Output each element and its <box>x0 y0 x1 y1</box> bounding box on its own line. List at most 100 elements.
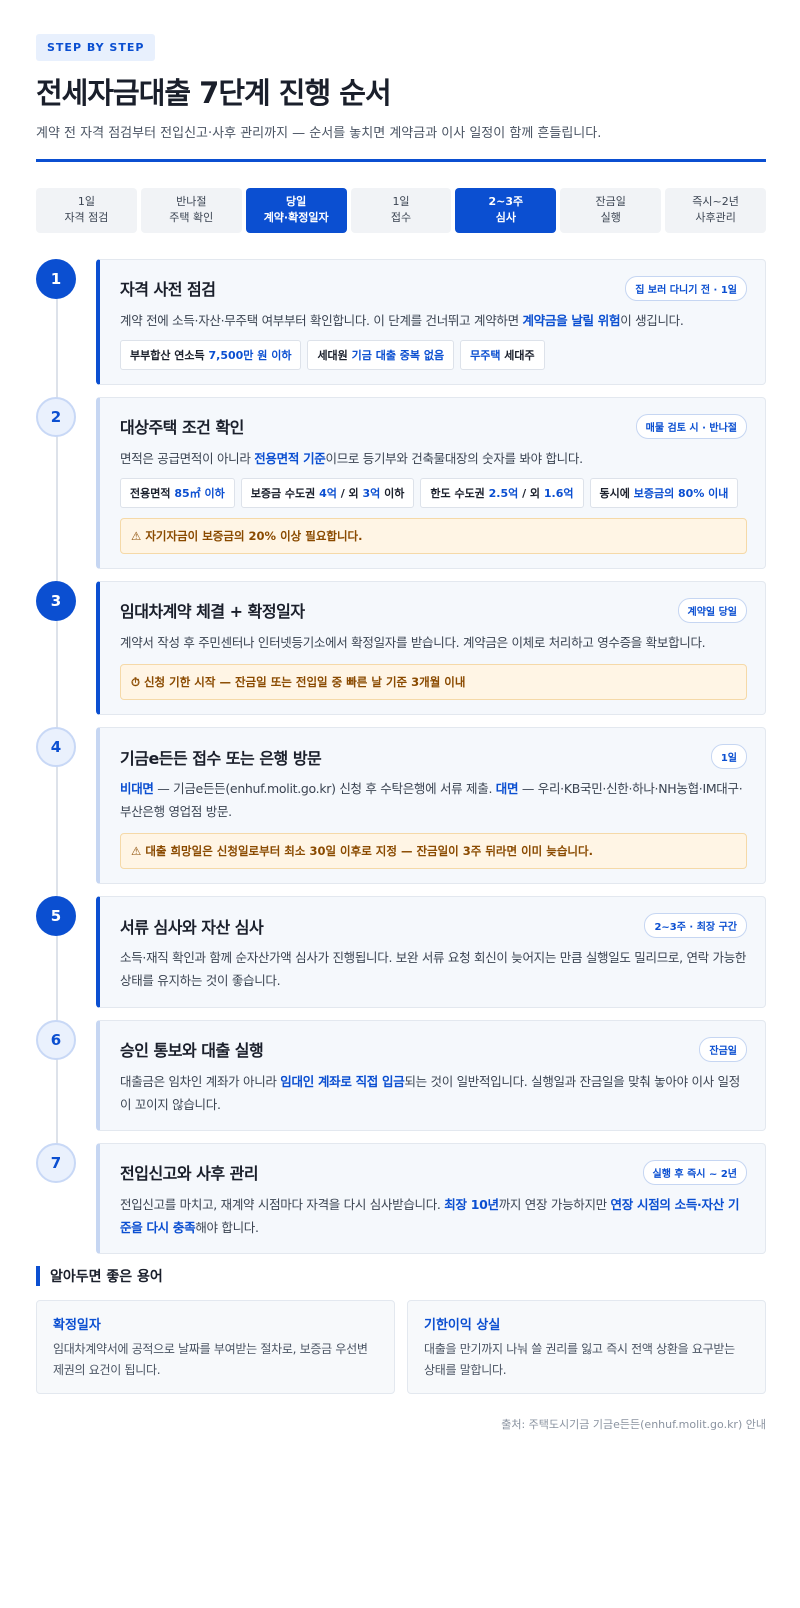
term-description: 대출을 만기까지 나눠 쓸 권리를 잃고 즉시 전액 상환을 요구받는 상태를 … <box>424 1342 735 1378</box>
page: STEP BY STEP 전세자금대출 7단계 진행 순서 계약 전 자격 점검… <box>36 34 767 1432</box>
step-title: 승인 통보와 대출 실행 <box>120 1041 264 1061</box>
step-card: 전입신고와 사후 관리 실행 후 즉시 ~ 2년 전입신고를 마치고, 재계약 … <box>96 1142 766 1255</box>
chip-label: 심사 <box>495 211 516 225</box>
chip-label: 실행 <box>600 211 621 225</box>
step-chip-6[interactable]: 잔금일실행 <box>560 187 662 233</box>
condition-tag: 한도 수도권 2.5억 / 외 1.6억 <box>420 477 584 508</box>
step-summary-bar: 1일자격 점검 반나절주택 확인 당일계약·확정일자 1일접수 2~3주심사 잔… <box>36 187 767 233</box>
highlight-text: 비대면 <box>120 781 154 797</box>
text-run: 면적은 공급면적이 아니라 <box>120 450 255 466</box>
condition-tag: 보증금 수도권 4억 / 외 3억 이하 <box>240 477 415 508</box>
step-title: 대상주택 조건 확인 <box>120 418 244 438</box>
text-run: 이 생깁니다. <box>620 312 684 328</box>
text-run: 까지 연장 가능하지만 <box>498 1196 611 1212</box>
text-run: 전입신고를 마치고, 재계약 시점마다 자격을 다시 심사받습니다. <box>120 1196 445 1212</box>
text-run: 이므로 등기부와 건축물대장의 숫자를 봐야 합니다. <box>325 450 584 466</box>
step-title: 자격 사전 점검 <box>120 280 216 300</box>
step-2: 2 대상주택 조건 확인 매물 검토 시 · 반나절 면적은 공급면적이 아니라… <box>36 396 766 569</box>
step-timing-badge: 1일 <box>710 744 747 770</box>
glossary-title: 알아두면 좋은 용어 <box>50 1269 163 1286</box>
step-timing-badge: 2~3주 · 최장 구간 <box>644 913 747 939</box>
step-3: 3 임대차계약 체결 + 확정일자 계약일 당일 계약서 작성 후 주민센터나 … <box>36 580 766 716</box>
step-number: 1 <box>36 258 76 299</box>
highlight-text: 최장 10년 <box>444 1196 499 1212</box>
step-card: 서류 심사와 자산 심사 2~3주 · 최장 구간 소득·재직 확인과 함께 순… <box>96 896 766 1008</box>
step-chip-2[interactable]: 반나절주택 확인 <box>140 187 242 233</box>
chip-duration: 1일 <box>392 195 410 209</box>
step-chip-4[interactable]: 1일접수 <box>350 187 452 233</box>
term-name: 확정일자 <box>53 1318 101 1334</box>
highlight-text: 전용면적 기준 <box>254 450 326 466</box>
step-description: 면적은 공급면적이 아니라 전용면적 기준이므로 등기부와 건축물대장의 숫자를… <box>120 447 747 470</box>
chip-label: 접수 <box>390 211 412 225</box>
step-card: 대상주택 조건 확인 매물 검토 시 · 반나절 면적은 공급면적이 아니라 전… <box>96 396 766 569</box>
chip-duration: 1일 <box>77 195 95 209</box>
step-number: 6 <box>36 1019 76 1060</box>
step-timing-badge: 실행 후 즉시 ~ 2년 <box>642 1159 747 1185</box>
text-run: 대출금은 임차인 계좌가 아니라 <box>120 1073 281 1089</box>
step-5: 5 서류 심사와 자산 심사 2~3주 · 최장 구간 소득·재직 확인과 함께… <box>36 896 766 1008</box>
title-rule <box>36 158 766 162</box>
source-note: 출처: 주택도시기금 기금e든든(enhuf.molit.go.kr) 안내 <box>501 1418 766 1432</box>
page-subtitle: 계약 전 자격 점검부터 전입신고·사후 관리까지 — 순서를 놓치면 계약금과… <box>36 125 602 141</box>
step-chip-1[interactable]: 1일자격 점검 <box>36 187 137 233</box>
chip-duration: 반나절 <box>176 195 207 209</box>
step-description: 소득·재직 확인과 함께 순자산가액 심사가 진행됩니다. 보완 서류 요청 회… <box>120 950 747 989</box>
step-number: 3 <box>36 580 76 621</box>
step-chip-7[interactable]: 즉시~2년 사후관리 <box>665 187 767 233</box>
condition-tag: 전용면적 85㎡ 이하 <box>120 477 235 508</box>
glossary: 확정일자 임대차계약서에 공적으로 날짜를 부여받는 절차로, 보증금 우선변제… <box>36 1300 766 1395</box>
step-number: 2 <box>36 396 76 437</box>
step-number: 5 <box>36 896 76 937</box>
step-number: 7 <box>36 1142 76 1183</box>
step-chip-5[interactable]: 2~3주심사 <box>455 187 557 233</box>
text-run: — 기금e든든(enhuf.molit.go.kr) 신청 후 수탁은행에 서류… <box>153 781 496 797</box>
step-card: 기금e든든 접수 또는 은행 방문 1일 비대면 — 기금e든든(enhuf.m… <box>96 727 766 885</box>
step-timing-badge: 잔금일 <box>699 1036 747 1062</box>
condition-tag: 무주택 세대주 <box>460 339 545 370</box>
chip-duration: 즉시~2년 <box>692 195 739 209</box>
step-timeline: 1 자격 사전 점검 집 보러 다니기 전 · 1일 계약 전에 소득·자산·무… <box>36 258 766 1255</box>
condition-tag: 동시에 보증금의 80% 이내 <box>589 477 739 508</box>
condition-tags: 전용면적 85㎡ 이하 보증금 수도권 4억 / 외 3억 이하 한도 수도권 … <box>120 477 747 508</box>
chip-label: 자격 점검 <box>64 211 109 225</box>
step-description: 계약서 작성 후 주민센터나 인터넷등기소에서 확정일자를 받습니다. 계약금은… <box>120 634 706 650</box>
chip-label: 주택 확인 <box>169 211 214 225</box>
step-description: 대출금은 임차인 계좌가 아니라 임대인 계좌로 직접 입금되는 것이 일반적입… <box>120 1070 747 1116</box>
step-title: 전입신고와 사후 관리 <box>120 1164 259 1184</box>
chip-duration: 2~3주 <box>488 195 524 209</box>
highlight-text: 임대인 계좌로 직접 입금 <box>280 1073 405 1089</box>
chip-duration: 잔금일 <box>595 195 626 209</box>
condition-tags: 부부합산 연소득 7,500만 원 이하 세대원 기금 대출 중복 없음 무주택… <box>120 339 747 370</box>
glossary-header: 알아두면 좋은 용어 <box>36 1266 766 1287</box>
term-description: 임대차계약서에 공적으로 날짜를 부여받는 절차로, 보증금 우선변제권의 요건… <box>53 1342 368 1378</box>
step-description: 계약 전에 소득·자산·무주택 여부부터 확인합니다. 이 단계를 건너뛰고 계… <box>120 309 747 332</box>
step-card: 임대차계약 체결 + 확정일자 계약일 당일 계약서 작성 후 주민센터나 인터… <box>96 580 766 716</box>
step-timing-badge: 계약일 당일 <box>677 597 747 623</box>
step-timing-badge: 매물 검토 시 · 반나절 <box>635 413 747 439</box>
step-description: 전입신고를 마치고, 재계약 시점마다 자격을 다시 심사받습니다. 최장 10… <box>120 1193 747 1239</box>
condition-tag: 세대원 기금 대출 중복 없음 <box>307 339 455 370</box>
warning-box: ⚠ 자기자금이 보증금의 20% 이상 필요합니다. <box>120 517 747 554</box>
step-card: 승인 통보와 대출 실행 잔금일 대출금은 임차인 계좌가 아니라 임대인 계좌… <box>96 1019 766 1131</box>
chip-duration: 당일 <box>286 195 307 209</box>
warning-box: ⚠ 대출 희망일은 신청일로부터 최소 30일 이후로 지정 — 잔금일이 3주… <box>120 833 747 870</box>
chip-label: 계약·확정일자 <box>263 211 329 225</box>
text-run: 계약 전에 소득·자산·무주택 여부부터 확인합니다. 이 단계를 건너뛰고 계… <box>120 312 523 328</box>
condition-tag: 부부합산 연소득 7,500만 원 이하 <box>120 339 302 370</box>
step-chip-3[interactable]: 당일계약·확정일자 <box>245 187 347 233</box>
step-6: 6 승인 통보와 대출 실행 잔금일 대출금은 임차인 계좌가 아니라 임대인 … <box>36 1019 766 1131</box>
highlight-text: 계약금을 날릴 위험 <box>522 312 621 328</box>
term-name: 기한이익 상실 <box>424 1318 501 1334</box>
step-description: 비대면 — 기금e든든(enhuf.molit.go.kr) 신청 후 수탁은행… <box>120 777 747 823</box>
step-1: 1 자격 사전 점검 집 보러 다니기 전 · 1일 계약 전에 소득·자산·무… <box>36 258 766 385</box>
page-title: 전세자금대출 7단계 진행 순서 <box>36 76 392 110</box>
deadline-notice: ⏱ 신청 기한 시작 — 잔금일 또는 전입일 중 빠른 날 기준 3개월 이내 <box>120 664 747 701</box>
glossary-accent-bar <box>36 1266 40 1287</box>
step-4: 4 기금e든든 접수 또는 은행 방문 1일 비대면 — 기금e든든(enhuf… <box>36 727 766 885</box>
step-title: 임대차계약 체결 + 확정일자 <box>120 602 305 622</box>
kicker-label: STEP BY STEP <box>36 34 156 61</box>
step-title: 기금e든든 접수 또는 은행 방문 <box>120 748 322 768</box>
step-7: 7 전입신고와 사후 관리 실행 후 즉시 ~ 2년 전입신고를 마치고, 재계… <box>36 1142 766 1255</box>
step-card: 자격 사전 점검 집 보러 다니기 전 · 1일 계약 전에 소득·자산·무주택… <box>96 258 766 385</box>
